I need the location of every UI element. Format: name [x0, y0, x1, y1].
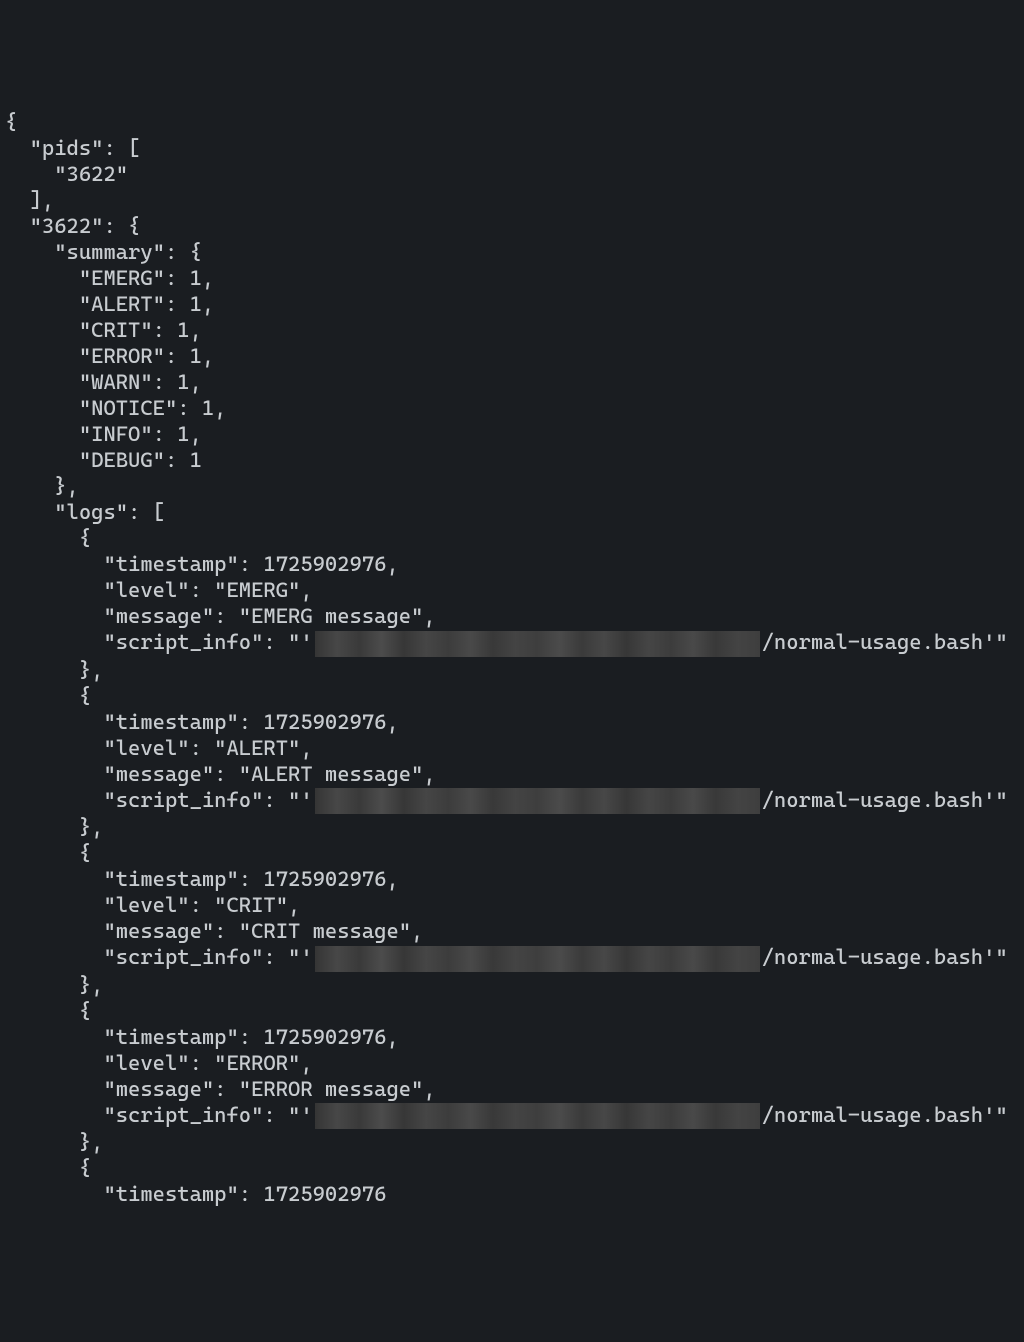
json-timestamp: "timestamp": 1725902976,: [5, 1025, 399, 1049]
json-message: "message": "ALERT message",: [5, 762, 436, 786]
json-open-brace: {: [5, 110, 17, 134]
json-script-prefix: "script_info": "': [5, 1103, 313, 1127]
json-summary-alert: "ALERT": 1,: [5, 292, 214, 316]
json-message: "message": "EMERG message",: [5, 604, 436, 628]
json-timestamp: "timestamp": 1725902976,: [5, 867, 399, 891]
json-level: "level": "CRIT",: [5, 893, 300, 917]
json-script-prefix: "script_info": "': [5, 945, 313, 969]
json-script-suffix: /normal-usage.bash'": [762, 630, 1008, 654]
json-script-suffix: /normal-usage.bash'": [762, 945, 1008, 969]
json-entry-close: },: [5, 1130, 103, 1154]
json-message: "message": "CRIT message",: [5, 919, 423, 943]
json-entry-open: {: [5, 841, 91, 865]
json-entry-open: {: [5, 1156, 91, 1180]
json-entry-close: },: [5, 973, 103, 997]
json-script-prefix: "script_info": "': [5, 630, 313, 654]
redacted-path: [315, 1103, 760, 1129]
json-timestamp: "timestamp": 1725902976,: [5, 710, 399, 734]
json-summary-key: "summary": {: [5, 240, 202, 264]
json-pids-value: "3622": [5, 162, 128, 186]
json-pid-key: "3622": {: [5, 214, 140, 238]
json-level: "level": "EMERG",: [5, 578, 313, 602]
json-summary-info: "INFO": 1,: [5, 422, 202, 446]
json-message: "message": "ERROR message",: [5, 1077, 436, 1101]
redacted-path: [315, 788, 760, 814]
json-summary-crit: "CRIT": 1,: [5, 318, 202, 342]
json-entry-close: },: [5, 815, 103, 839]
json-summary-debug: "DEBUG": 1: [5, 448, 202, 472]
json-entry-open: {: [5, 684, 91, 708]
json-script-suffix: /normal-usage.bash'": [762, 1103, 1008, 1127]
json-script-prefix: "script_info": "': [5, 788, 313, 812]
json-pids-close: ],: [5, 188, 54, 212]
json-summary-notice: "NOTICE": 1,: [5, 396, 226, 420]
json-output-terminal: { "pids": [ "3622" ], "3622": { "summary…: [5, 109, 1019, 1207]
json-summary-error: "ERROR": 1,: [5, 344, 214, 368]
redacted-path: [315, 946, 760, 972]
json-entry-open: {: [5, 526, 91, 550]
json-timestamp-partial: "timestamp": 1725902976: [5, 1182, 386, 1206]
json-level: "level": "ERROR",: [5, 1051, 313, 1075]
json-summary-emerg: "EMERG": 1,: [5, 266, 214, 290]
json-summary-close: },: [5, 474, 79, 498]
json-logs-key: "logs": [: [5, 500, 165, 524]
redacted-path: [315, 631, 760, 657]
json-pids-key: "pids": [: [5, 136, 140, 160]
json-summary-warn: "WARN": 1,: [5, 370, 202, 394]
json-timestamp: "timestamp": 1725902976,: [5, 552, 399, 576]
json-level: "level": "ALERT",: [5, 736, 313, 760]
json-entry-open: {: [5, 999, 91, 1023]
json-script-suffix: /normal-usage.bash'": [762, 788, 1008, 812]
json-entry-close: },: [5, 658, 103, 682]
